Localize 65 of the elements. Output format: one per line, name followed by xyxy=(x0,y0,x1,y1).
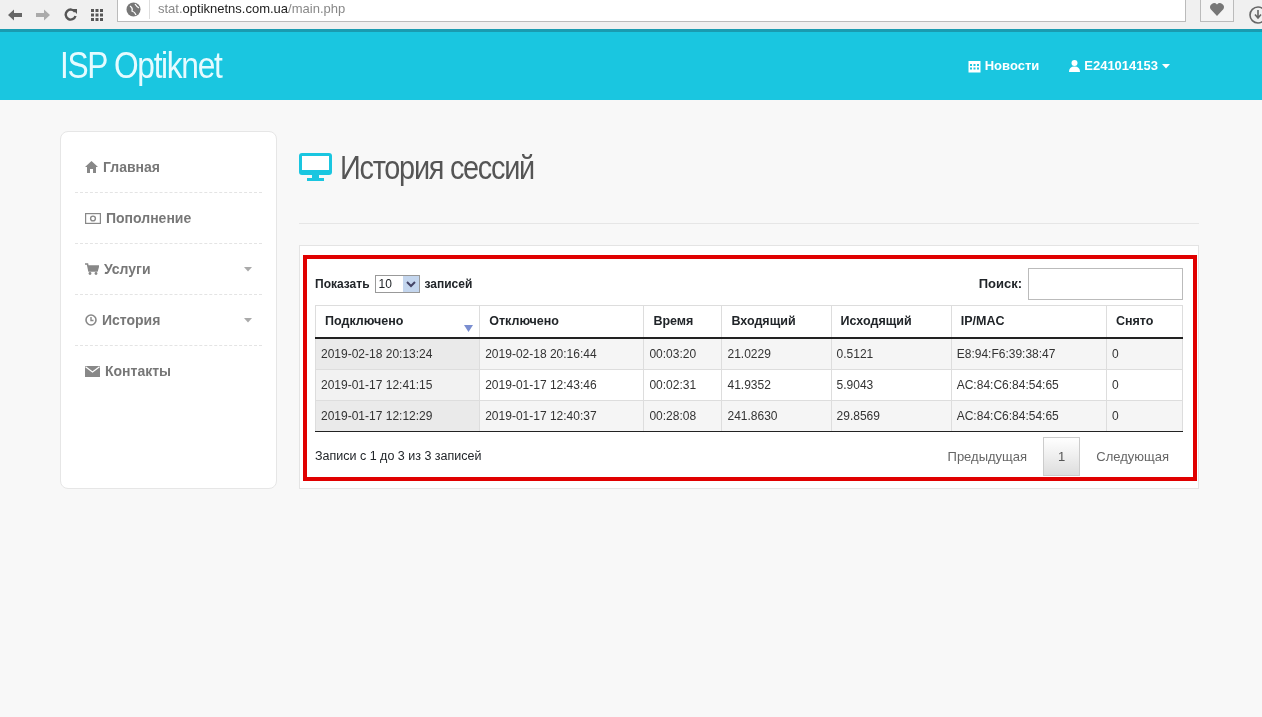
sidebar-item[interactable]: Услуги xyxy=(75,244,262,295)
banknote-icon xyxy=(85,212,101,224)
envelope-icon xyxy=(85,366,100,377)
caret-icon xyxy=(244,317,252,323)
apps-grid-icon xyxy=(91,8,103,21)
home-icon xyxy=(85,161,98,173)
table-cell: 2019-02-18 20:13:24 xyxy=(315,337,480,370)
column-header[interactable]: Отключено xyxy=(479,305,644,338)
back-arrow-icon xyxy=(8,8,22,21)
previous-link[interactable]: Предыдущая xyxy=(931,446,1044,467)
cart-icon xyxy=(85,263,99,275)
table-cell: 00:28:08 xyxy=(643,400,722,432)
search-field[interactable] xyxy=(1028,268,1183,300)
page-size-select[interactable]: 10 xyxy=(374,275,420,293)
table-cell: 29.8569 xyxy=(831,400,952,432)
sidebar-item[interactable]: Главная xyxy=(75,142,262,193)
table-cell: 00:03:20 xyxy=(643,337,722,370)
table-cell: 2019-01-17 12:43:46 xyxy=(479,369,644,401)
table-cell: E8:94:F6:39:38:47 xyxy=(951,337,1107,370)
table-cell: 21.0229 xyxy=(721,337,832,370)
column-header[interactable]: Снято xyxy=(1106,305,1183,338)
table-cell: 0.5121 xyxy=(831,337,952,370)
table-cell: 2019-01-17 12:41:15 xyxy=(315,369,480,401)
column-header[interactable]: Время xyxy=(643,305,722,338)
table-cell: 241.8630 xyxy=(721,400,832,432)
entries-label: записей xyxy=(424,276,473,293)
calendar-icon xyxy=(967,59,981,73)
caret-icon xyxy=(1162,63,1170,69)
table-cell: 5.9043 xyxy=(831,369,952,401)
heart-icon xyxy=(1209,2,1225,16)
table-cell: 00:02:31 xyxy=(643,369,722,401)
user-icon xyxy=(1069,60,1081,72)
caret-icon xyxy=(244,266,252,272)
page-title: История сессий xyxy=(340,146,534,188)
records-info: Записи с 1 до 3 из 3 записей xyxy=(315,448,482,466)
column-header[interactable]: Входящий xyxy=(721,305,832,338)
address-bar[interactable]: stat.optiknetns.com.ua/main.php xyxy=(117,0,1186,22)
sidebar-item[interactable]: История xyxy=(75,295,262,346)
table-cell: 2019-01-17 12:40:37 xyxy=(479,400,644,432)
column-header[interactable]: Исходящий xyxy=(831,305,952,338)
reload-icon xyxy=(64,8,77,21)
table-cell: 0 xyxy=(1106,337,1183,370)
page-button[interactable]: 1 xyxy=(1043,436,1081,477)
table-cell: AC:84:C6:84:54:65 xyxy=(951,400,1107,432)
table-cell: 0 xyxy=(1106,369,1183,401)
url-text: stat.optiknetns.com.ua/main.php xyxy=(149,0,346,19)
sidebar-item[interactable]: Контакты xyxy=(75,346,262,397)
table-cell: 2019-02-18 20:16:44 xyxy=(479,337,644,370)
globe-icon xyxy=(126,1,141,17)
bookmark-button[interactable] xyxy=(1200,0,1234,22)
forward-arrow-icon xyxy=(36,8,50,21)
monitor-icon xyxy=(299,153,332,181)
show-label: Показать xyxy=(315,276,370,293)
table-cell: AC:84:C6:84:54:65 xyxy=(951,369,1107,401)
next-link[interactable]: Следующая xyxy=(1080,446,1185,467)
sidebar-item[interactable]: Пополнение xyxy=(75,193,262,244)
table-cell: 0 xyxy=(1106,400,1183,432)
table-cell: 2019-01-17 12:12:29 xyxy=(315,400,480,432)
sort-arrow-icon xyxy=(464,324,474,332)
download-icon xyxy=(1248,5,1262,24)
clock-icon xyxy=(85,314,97,326)
table-cell: 41.9352 xyxy=(721,369,832,401)
column-header[interactable]: IP/MAC xyxy=(951,305,1107,338)
search-label: Поиск: xyxy=(978,275,1022,294)
column-header[interactable]: Подключено xyxy=(315,305,480,338)
